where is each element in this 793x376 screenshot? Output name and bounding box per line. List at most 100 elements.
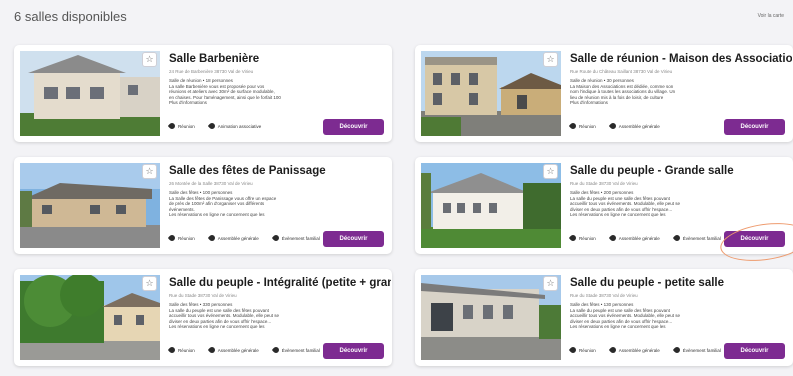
tag: Animation associative [207,121,262,131]
tag: Évènement familial [271,345,320,355]
room-photo [20,163,160,248]
description-line: Les réservations en ligne ne concernent … [570,212,666,218]
room-card: ☆ Salle du peuple - Intégralité (petite … [14,269,392,366]
room-title[interactable]: Salle du peuple - Intégralité (petite + … [169,277,391,289]
room-title[interactable]: Salle des fêtes de Panissage [169,165,391,177]
page-heading: 6 salles disponibles [14,9,127,24]
room-title[interactable]: Salle Barbenière [169,53,391,65]
room-description: Salle de réunion • 30 personnes La Maiso… [570,78,780,106]
tag-label: Assemblée générale [217,347,259,353]
tag: Réunion [167,233,195,243]
tag: Assemblée générale [207,233,259,243]
tag-label: Assemblée générale [217,235,259,241]
tag: Réunion [568,345,596,355]
tag-label: Assemblée générale [618,235,660,241]
room-address: 26 Montée de la Salle 38730 Val de Virie… [169,181,253,186]
discover-button[interactable]: Découvrir [323,231,384,247]
tag: Assemblée générale [207,345,259,355]
tag: Évènement familial [672,345,721,355]
room-address: Rue Route du Château Saillant 38730 Val … [570,69,673,74]
room-card: ☆ Salle Barbenière 24 Rue de Barbenière … [14,45,392,142]
room-photo [20,275,160,360]
tag-label: Évènement familial [682,235,721,241]
tag-icon [271,233,281,243]
description-line: Plus d'informations [570,100,608,106]
room-tags: Réunion Animation associative [167,121,262,131]
tag-icon [271,345,281,355]
tag-icon [568,233,578,243]
tag-label: Assemblée générale [618,347,660,353]
tag-label: Réunion [178,123,195,129]
room-card: ☆ Salle de réunion - Maison des Associat… [415,45,793,142]
map-link[interactable]: Voir la carte [758,13,784,19]
room-photo [20,51,160,136]
discover-button[interactable]: Découvrir [323,343,384,359]
tag-label: Assemblée générale [618,123,660,129]
tag: Réunion [568,233,596,243]
discover-button[interactable]: Découvrir [724,119,785,135]
tag: Réunion [568,121,596,131]
tag: Évènement familial [271,233,320,243]
favorite-star-icon[interactable]: ☆ [543,52,558,67]
favorite-star-icon[interactable]: ☆ [543,276,558,291]
room-description: Salle de réunion • 18 personnes La salle… [169,78,379,106]
tag-icon [568,121,578,131]
tag: Réunion [167,345,195,355]
room-description: Salle des fêtes • 130 personnes La salle… [570,302,780,330]
room-card: ☆ Salle des fêtes de Panissage 26 Montée… [14,157,392,254]
tag: Assemblée générale [608,345,660,355]
tag: Assemblée générale [608,121,660,131]
room-description: Salle des fêtes • 100 personnes La Salle… [169,190,379,218]
description-line: Plus d'informations [169,100,207,106]
tag-icon [672,345,682,355]
room-photo [421,163,561,248]
tag-icon [207,233,217,243]
room-tags: Réunion Assemblée générale Évènement fam… [568,233,721,243]
tag: Réunion [167,121,195,131]
room-address: Rue du Stade 38730 Val de Virieu [570,293,638,298]
description-line: Les réservations en ligne ne concernent … [570,324,666,330]
room-title[interactable]: Salle de réunion - Maison des Associatio… [570,53,792,65]
tag-icon [207,345,217,355]
description-line: Les réservations en ligne ne concernent … [169,324,265,330]
room-description: Salle des fêtes • 330 personnes La salle… [169,302,379,330]
room-address: Rue du Stade 38730 Val de Virieu [570,181,638,186]
room-title[interactable]: Salle du peuple - petite salle [570,277,792,289]
tag-label: Réunion [579,123,596,129]
room-tags: Réunion Assemblée générale Évènement fam… [568,345,721,355]
room-title[interactable]: Salle du peuple - Grande salle [570,165,792,177]
tag-icon [608,233,618,243]
tag-icon [207,121,217,131]
room-address: 24 Rue de Barbenière 38730 Val de Virieu [169,69,254,74]
tag-icon [167,121,177,131]
favorite-star-icon[interactable]: ☆ [142,52,157,67]
tag-label: Animation associative [217,123,262,129]
room-description: Salle des fêtes • 200 personnes La salle… [570,190,780,218]
room-tags: Réunion Assemblée générale Évènement fam… [167,345,320,355]
room-address: Rue du Stade 38730 Val de Virieu [169,293,237,298]
room-photo [421,275,561,360]
tag-icon [608,345,618,355]
room-photo [421,51,561,136]
tag-icon [568,345,578,355]
tag-label: Réunion [178,235,195,241]
tag-label: Réunion [579,235,596,241]
tag: Évènement familial [672,233,721,243]
tag-icon [167,233,177,243]
room-tags: Réunion Assemblée générale [568,121,660,131]
room-tags: Réunion Assemblée générale Évènement fam… [167,233,320,243]
discover-button[interactable]: Découvrir [724,343,785,359]
tag-label: Évènement familial [281,235,320,241]
favorite-star-icon[interactable]: ☆ [543,164,558,179]
tag-icon [167,345,177,355]
room-card: ☆ Salle du peuple - petite salle Rue du … [415,269,793,366]
tag-icon [608,121,618,131]
tag-label: Évènement familial [281,347,320,353]
discover-button[interactable]: Découvrir [323,119,384,135]
tag: Assemblée générale [608,233,660,243]
description-line: Les réservations en ligne ne concernent … [169,212,265,218]
favorite-star-icon[interactable]: ☆ [142,276,157,291]
favorite-star-icon[interactable]: ☆ [142,164,157,179]
tag-label: Réunion [579,347,596,353]
tag-label: Réunion [178,347,195,353]
